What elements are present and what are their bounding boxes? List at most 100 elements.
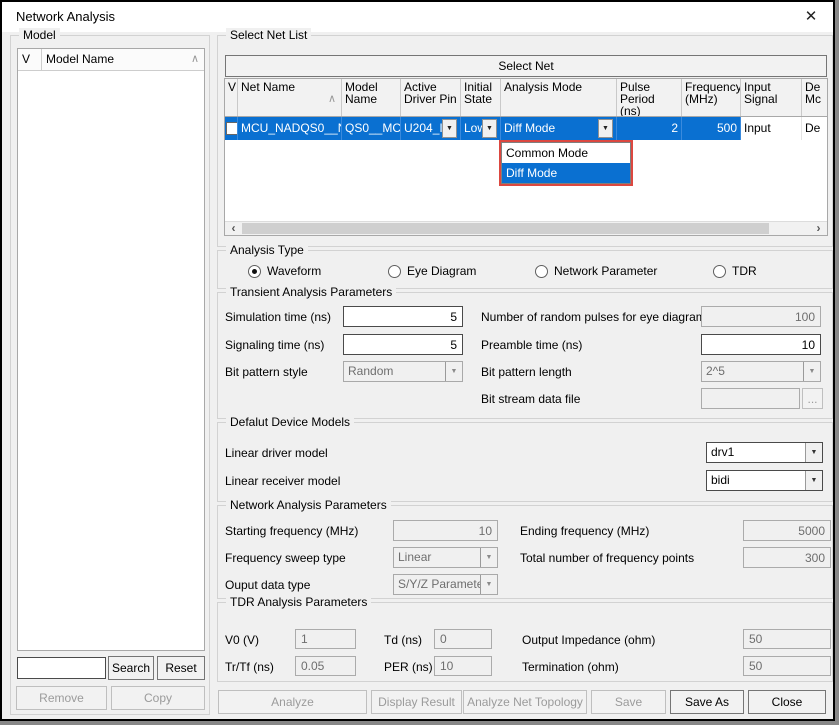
frequency-points-input (743, 547, 831, 568)
remove-button[interactable]: Remove (16, 686, 107, 710)
select-net-list-group: Select Net List Select Net V Net Name∧ M… (217, 35, 833, 247)
model-list: V Model Name∧ (17, 48, 205, 651)
bit-stream-file-label: Bit stream data file (481, 392, 580, 406)
col-net-name[interactable]: Net Name∧ (238, 79, 342, 116)
col-frequency[interactable]: Frequency (MHz) (682, 79, 741, 116)
dropdown-arrow-icon[interactable]: ▼ (805, 443, 822, 462)
sort-asc-icon: ∧ (328, 93, 336, 105)
row-checkbox-cell (225, 117, 238, 140)
select-net-list-label: Select Net List (226, 28, 311, 42)
bit-stream-file-input (701, 388, 800, 409)
dropdown-item-diff-mode[interactable]: Diff Mode (502, 163, 630, 183)
horizontal-scrollbar[interactable]: ‹ › (225, 221, 827, 235)
row-de-mc[interactable]: De (802, 117, 827, 140)
search-button[interactable]: Search (108, 656, 154, 680)
signaling-time-label: Signaling time (ns) (225, 338, 324, 352)
row-analysis-mode-combo[interactable]: Diff Mode▼ (501, 117, 617, 140)
save-button[interactable]: Save (591, 690, 666, 714)
bit-pattern-length-label: Bit pattern length (481, 365, 572, 379)
browse-button[interactable]: ... (802, 388, 823, 409)
v0-input (295, 629, 356, 649)
transient-group-label: Transient Analysis Parameters (226, 285, 396, 299)
close-icon[interactable]: ✕ (799, 6, 823, 28)
simulation-time-input[interactable] (343, 306, 463, 327)
model-col-name[interactable]: Model Name∧ (42, 49, 204, 70)
model-group: Model V Model Name∧ Search Reset Remove … (10, 35, 210, 715)
col-initial-state[interactable]: Initial State (461, 79, 501, 116)
model-list-header: V Model Name∧ (18, 49, 204, 71)
row-input-signal[interactable]: Input (741, 117, 802, 140)
dropdown-item-common-mode[interactable]: Common Mode (502, 143, 630, 163)
random-pulses-label: Number of random pulses for eye diagram (481, 310, 706, 324)
trtf-input (295, 656, 356, 676)
linear-receiver-label: Linear receiver model (225, 474, 340, 488)
title-bar: Network Analysis ✕ (2, 2, 833, 32)
col-active-driver-pin[interactable]: Active Driver Pin (401, 79, 461, 116)
row-model-name[interactable]: QS0__MCU (342, 117, 401, 140)
ending-frequency-label: Ending frequency (MHz) (520, 524, 649, 538)
model-col-v[interactable]: V (18, 49, 42, 70)
simulation-time-label: Simulation time (ns) (225, 310, 331, 324)
radio-network-parameter[interactable]: Network Parameter (535, 264, 657, 278)
analysis-mode-dropdown-list: Common Mode Diff Mode (501, 142, 631, 184)
linear-driver-combo[interactable]: drv1▼ (706, 442, 823, 463)
sort-asc-icon: ∧ (191, 52, 199, 65)
close-button[interactable]: Close (748, 690, 826, 714)
transient-group: Transient Analysis Parameters Simulation… (217, 292, 833, 419)
per-label: PER (ns) (384, 660, 433, 674)
scroll-right-icon[interactable]: › (810, 222, 827, 235)
col-input-signal[interactable]: Input Signal (741, 79, 802, 116)
col-analysis-mode[interactable]: Analysis Mode (501, 79, 617, 116)
col-model-name[interactable]: Model Name (342, 79, 401, 116)
row-active-driver-pin[interactable]: U204_I▼ (401, 117, 461, 140)
starting-frequency-input (393, 520, 498, 541)
analyze-net-topology-button[interactable]: Analyze Net Topology (463, 690, 587, 714)
signaling-time-input[interactable] (343, 334, 463, 355)
radio-waveform[interactable]: Waveform (248, 264, 321, 278)
net-table-row[interactable]: MCU_NADQS0__N QS0__MCU U204_I▼ Low▼ Diff… (225, 117, 827, 140)
col-v[interactable]: V (225, 79, 238, 116)
col-de-mc[interactable]: De Mc (802, 79, 827, 116)
dropdown-arrow-icon: ▼ (480, 548, 497, 567)
radio-icon (248, 265, 261, 278)
td-label: Td (ns) (384, 633, 422, 647)
ending-frequency-input (743, 520, 831, 541)
row-initial-state[interactable]: Low▼ (461, 117, 501, 140)
select-net-button[interactable]: Select Net (225, 55, 827, 77)
tdr-group: TDR Analysis Parameters V0 (V) Td (ns) O… (217, 602, 833, 682)
scroll-left-icon[interactable]: ‹ (225, 222, 242, 235)
device-models-group: Defalut Device Models Linear driver mode… (217, 422, 833, 502)
preamble-time-input[interactable] (701, 334, 821, 355)
v0-label: V0 (V) (225, 633, 259, 647)
dropdown-arrow-icon[interactable]: ▼ (482, 119, 497, 138)
dropdown-arrow-icon[interactable]: ▼ (598, 119, 613, 138)
copy-button[interactable]: Copy (111, 686, 205, 710)
model-search-input[interactable] (17, 657, 106, 679)
row-frequency[interactable]: 500 (682, 117, 741, 140)
random-pulses-input (701, 306, 821, 327)
device-models-label: Defalut Device Models (226, 415, 354, 429)
analysis-type-group: Analysis Type Waveform Eye Diagram Netwo… (217, 250, 833, 289)
linear-receiver-combo[interactable]: bidi▼ (706, 470, 823, 491)
radio-tdr[interactable]: TDR (713, 264, 757, 278)
td-input (434, 629, 492, 649)
analyze-button[interactable]: Analyze (218, 690, 367, 714)
dropdown-arrow-icon[interactable]: ▼ (805, 471, 822, 490)
reset-button[interactable]: Reset (157, 656, 205, 680)
termination-input (743, 656, 831, 676)
bit-pattern-style-combo: Random▼ (343, 361, 463, 382)
frequency-sweep-label: Frequency sweep type (225, 551, 346, 565)
net-checkbox[interactable] (226, 122, 238, 135)
window-title: Network Analysis (16, 9, 115, 24)
output-data-type-label: Ouput data type (225, 578, 310, 592)
col-pulse-period[interactable]: Pulse Period (ns) (617, 79, 682, 116)
row-pulse-period[interactable]: 2 (617, 117, 682, 140)
row-net-name[interactable]: MCU_NADQS0__N (238, 117, 342, 140)
scrollbar-thumb[interactable] (242, 223, 769, 234)
display-result-button[interactable]: Display Result (371, 690, 462, 714)
dropdown-arrow-icon[interactable]: ▼ (442, 119, 457, 138)
save-as-button[interactable]: Save As (670, 690, 744, 714)
trtf-label: Tr/Tf (ns) (225, 660, 274, 674)
radio-eye-diagram[interactable]: Eye Diagram (388, 264, 476, 278)
frequency-sweep-combo: Linear▼ (393, 547, 498, 568)
